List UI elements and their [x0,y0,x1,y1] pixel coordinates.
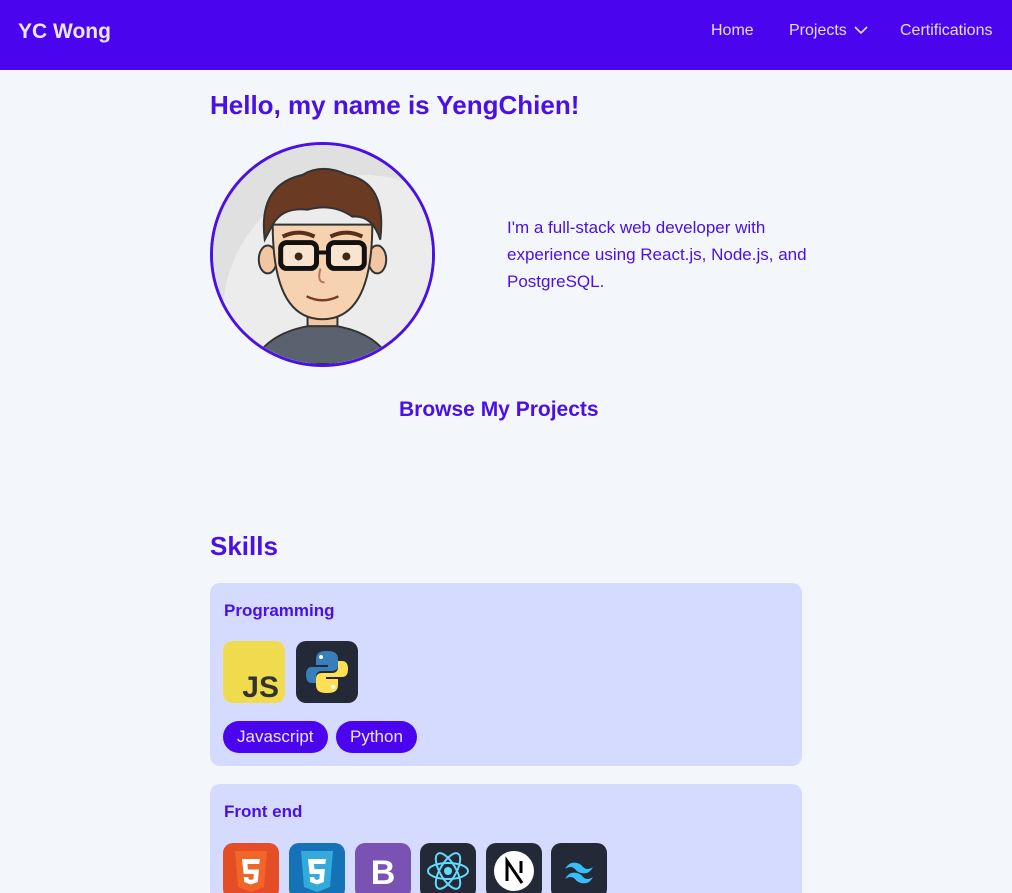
skill-card-programming: Programming JS Javascript Python [210,583,802,766]
nav-projects-link[interactable]: Projects [789,22,847,40]
skill-card-front-end: Front end B [210,784,802,893]
javascript-icon: JS [223,641,285,703]
react-icon [420,843,476,893]
css3-icon [289,843,345,893]
python-icon [296,641,358,703]
bio-text: I'm a full-stack web developer with expe… [507,218,807,291]
navbar: YC Wong Home Projects Certifications [0,0,1012,70]
browse-projects-link[interactable]: Browse My Projects [399,398,599,422]
brand-logo[interactable]: YC Wong [18,20,111,44]
skill-card-title: Programming [224,601,335,620]
skill-tag-python: Python [336,721,417,753]
svg-text:B: B [371,854,396,892]
bootstrap-icon: B [355,843,411,893]
chevron-down-icon[interactable] [853,24,869,36]
avatar-illustration [213,145,432,364]
html5-icon [223,843,279,893]
nextjs-icon [486,843,542,893]
tailwind-icon [551,843,607,893]
skill-card-title: Front end [224,802,303,821]
svg-text:JS: JS [242,671,279,703]
skills-heading: Skills [210,531,278,561]
skill-tag-javascript: Javascript [223,721,328,753]
nav-home-link[interactable]: Home [711,22,754,40]
avatar [210,142,435,367]
page-title: Hello, my name is YengChien! [210,90,580,120]
nav-certifications-link[interactable]: Certifications [900,22,992,40]
